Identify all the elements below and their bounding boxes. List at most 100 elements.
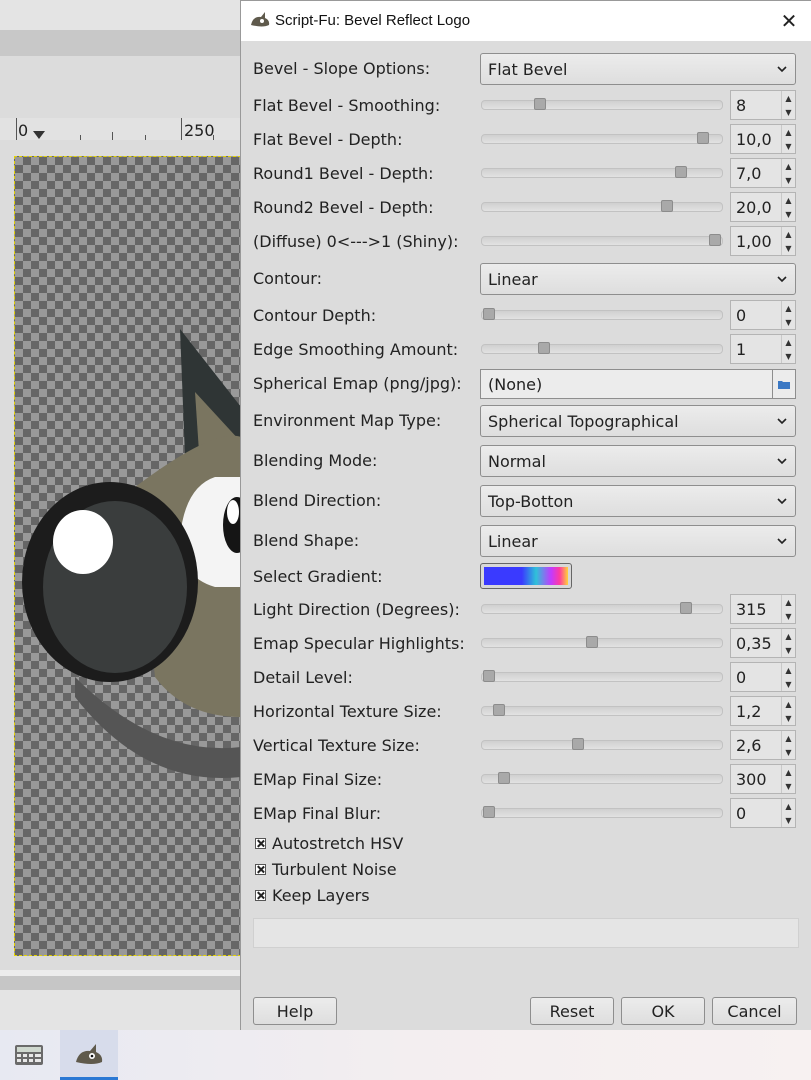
emap-final-size-spinner[interactable]: 300 ▲ ▼ [730, 764, 796, 794]
spinner-value[interactable]: 8 [736, 96, 746, 115]
emap-final-size-slider[interactable] [481, 772, 723, 784]
contour-depth-slider[interactable] [481, 308, 723, 320]
h-texture-spinner[interactable]: 1,2 ▲ ▼ [730, 696, 796, 726]
spin-down-icon[interactable]: ▼ [782, 745, 795, 759]
ok-button[interactable]: OK [621, 997, 705, 1025]
spinner-value[interactable]: 1 [736, 340, 746, 359]
blend-shape-select[interactable]: Linear [480, 525, 796, 557]
flat-depth-spinner[interactable]: 10,0 ▲ ▼ [730, 124, 796, 154]
spin-down-icon[interactable]: ▼ [782, 711, 795, 725]
taskbar-calculator-app[interactable] [0, 1030, 58, 1080]
slider-handle[interactable] [492, 704, 505, 716]
slider-handle[interactable] [696, 132, 709, 144]
contour-select[interactable]: Linear [480, 263, 796, 295]
spinner-value[interactable]: 2,6 [736, 736, 761, 755]
round2-depth-spinner[interactable]: 20,0 ▲ ▼ [730, 192, 796, 222]
horizontal-ruler[interactable]: 0 250 [0, 118, 240, 141]
spinner-value[interactable]: 10,0 [736, 130, 772, 149]
spin-up-icon[interactable]: ▲ [782, 697, 795, 711]
folder-icon[interactable] [772, 370, 795, 398]
spin-up-icon[interactable]: ▲ [782, 193, 795, 207]
spin-up-icon[interactable]: ▲ [782, 125, 795, 139]
spinner-value[interactable]: 7,0 [736, 164, 761, 183]
emap-final-blur-slider[interactable] [481, 806, 723, 818]
spinner-value[interactable]: 1,00 [736, 232, 772, 251]
reset-button[interactable]: Reset [530, 997, 614, 1025]
help-button[interactable]: Help [253, 997, 337, 1025]
spin-up-icon[interactable]: ▲ [782, 765, 795, 779]
spin-down-icon[interactable]: ▼ [782, 813, 795, 827]
detail-level-slider[interactable] [481, 670, 723, 682]
spin-up-icon[interactable]: ▲ [782, 595, 795, 609]
flat-smoothing-spinner[interactable]: 8 ▲ ▼ [730, 90, 796, 120]
spin-up-icon[interactable]: ▲ [782, 227, 795, 241]
cancel-button[interactable]: Cancel [712, 997, 797, 1025]
round1-depth-slider[interactable] [481, 166, 723, 178]
spherical-emap-file-chooser[interactable]: (None) [480, 369, 796, 399]
spin-up-icon[interactable]: ▲ [782, 91, 795, 105]
edge-smoothing-slider[interactable] [481, 342, 723, 354]
spin-down-icon[interactable]: ▼ [782, 349, 795, 363]
spinner-value[interactable]: 300 [736, 770, 767, 789]
slider-handle[interactable] [660, 200, 673, 212]
spinner-value[interactable]: 0 [736, 668, 746, 687]
spinner-value[interactable]: 1,2 [736, 702, 761, 721]
env-map-type-select[interactable]: Spherical Topographical [480, 405, 796, 437]
spin-down-icon[interactable]: ▼ [782, 677, 795, 691]
slider-handle[interactable] [538, 342, 551, 354]
flat-depth-slider[interactable] [481, 132, 723, 144]
slider-handle[interactable] [497, 772, 510, 784]
h-texture-slider[interactable] [481, 704, 723, 716]
spinner-value[interactable]: 315 [736, 600, 767, 619]
emap-final-blur-spinner[interactable]: 0 ▲ ▼ [730, 798, 796, 828]
bevel-slope-select[interactable]: Flat Bevel [480, 53, 796, 85]
slider-handle[interactable] [483, 806, 496, 818]
spin-up-icon[interactable]: ▲ [782, 663, 795, 677]
gradient-picker-button[interactable] [480, 563, 572, 589]
light-direction-spinner[interactable]: 315 ▲ ▼ [730, 594, 796, 624]
v-texture-spinner[interactable]: 2,6 ▲ ▼ [730, 730, 796, 760]
light-direction-slider[interactable] [481, 602, 723, 614]
flat-smoothing-slider[interactable] [481, 98, 723, 110]
spin-up-icon[interactable]: ▲ [782, 159, 795, 173]
slider-handle[interactable] [483, 670, 496, 682]
round2-depth-slider[interactable] [481, 200, 723, 212]
spin-up-icon[interactable]: ▲ [782, 301, 795, 315]
spinner-value[interactable]: 0 [736, 306, 746, 325]
v-texture-slider[interactable] [481, 738, 723, 750]
turbulent-noise-checkbox[interactable]: Turbulent Noise [255, 860, 397, 879]
spin-down-icon[interactable]: ▼ [782, 173, 795, 187]
spin-up-icon[interactable]: ▲ [782, 731, 795, 745]
spin-up-icon[interactable]: ▲ [782, 799, 795, 813]
close-button[interactable]: ✕ [766, 1, 811, 41]
spinner-value[interactable]: 20,0 [736, 198, 772, 217]
slider-handle[interactable] [708, 234, 721, 246]
spin-down-icon[interactable]: ▼ [782, 241, 795, 255]
checkbox-checked-icon[interactable] [255, 838, 266, 849]
spin-down-icon[interactable]: ▼ [782, 207, 795, 221]
contour-depth-spinner[interactable]: 0 ▲ ▼ [730, 300, 796, 330]
emap-specular-spinner[interactable]: 0,35 ▲ ▼ [730, 628, 796, 658]
blend-direction-select[interactable]: Top-Botton [480, 485, 796, 517]
spin-down-icon[interactable]: ▼ [782, 315, 795, 329]
slider-handle[interactable] [586, 636, 599, 648]
slider-handle[interactable] [483, 308, 496, 320]
blending-mode-select[interactable]: Normal [480, 445, 796, 477]
diffuse-shiny-spinner[interactable]: 1,00 ▲ ▼ [730, 226, 796, 256]
diffuse-shiny-slider[interactable] [481, 234, 723, 246]
round1-depth-spinner[interactable]: 7,0 ▲ ▼ [730, 158, 796, 188]
spin-up-icon[interactable]: ▲ [782, 335, 795, 349]
spin-down-icon[interactable]: ▼ [782, 779, 795, 793]
emap-specular-slider[interactable] [481, 636, 723, 648]
keep-layers-checkbox[interactable]: Keep Layers [255, 886, 370, 905]
checkbox-checked-icon[interactable] [255, 890, 266, 901]
image-canvas[interactable] [14, 156, 241, 956]
spin-down-icon[interactable]: ▼ [782, 609, 795, 623]
slider-handle[interactable] [533, 98, 546, 110]
spin-down-icon[interactable]: ▼ [782, 139, 795, 153]
edge-smoothing-spinner[interactable]: 1 ▲ ▼ [730, 334, 796, 364]
horizontal-scrollbar[interactable] [0, 976, 240, 990]
slider-handle[interactable] [572, 738, 584, 750]
checkbox-checked-icon[interactable] [255, 864, 266, 875]
spin-up-icon[interactable]: ▲ [782, 629, 795, 643]
